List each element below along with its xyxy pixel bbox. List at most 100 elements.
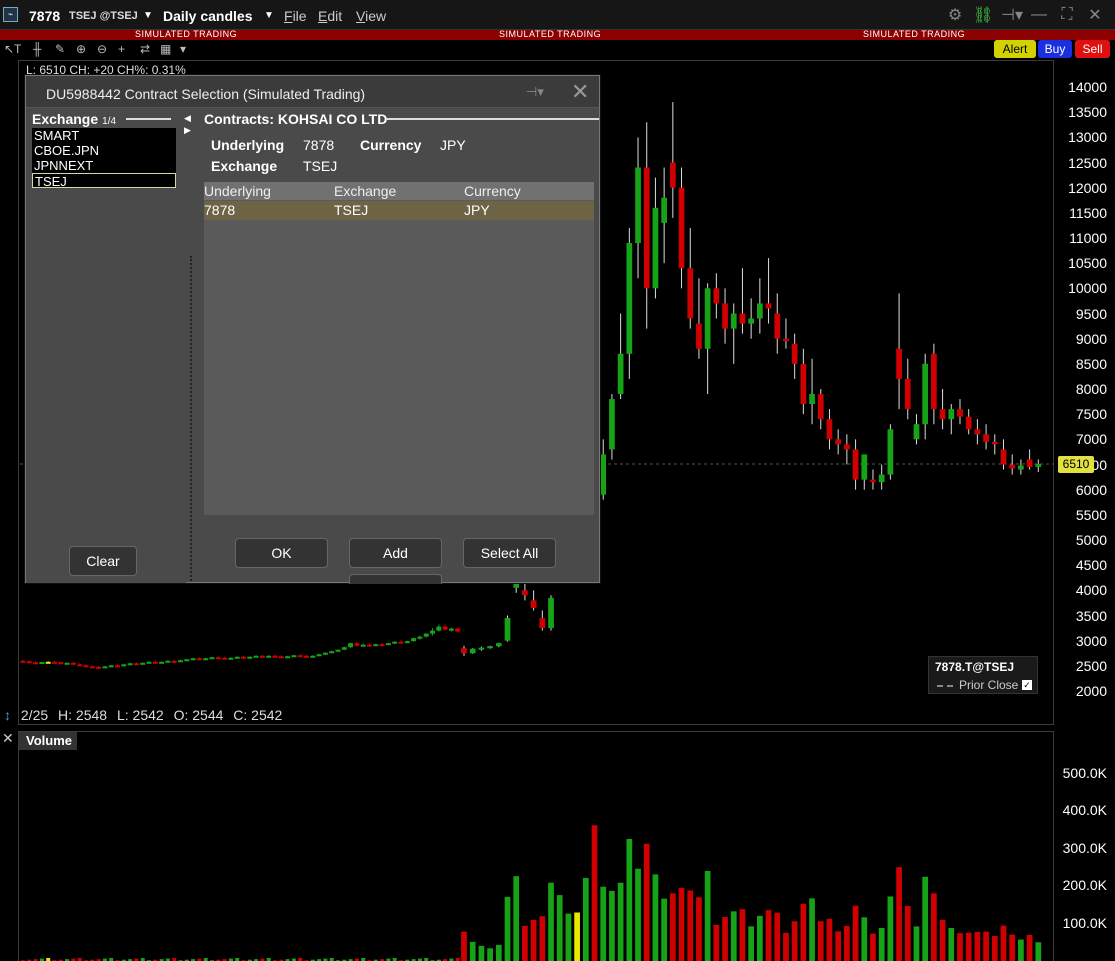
candle-body xyxy=(278,656,284,659)
y-tick-label: 12500 xyxy=(1068,154,1107,171)
column-exchange[interactable]: Exchange xyxy=(334,183,396,199)
close-icon[interactable]: ✕ xyxy=(571,79,589,105)
prior-close-checkbox[interactable]: ✓ xyxy=(1022,680,1032,690)
candle-body xyxy=(33,662,39,665)
close-volume-icon[interactable]: ✕ xyxy=(2,730,14,747)
column-currency[interactable]: Currency xyxy=(464,183,521,199)
clear-button[interactable]: Clear xyxy=(69,546,137,576)
candle-body xyxy=(52,661,57,664)
list-item[interactable]: SMART xyxy=(32,128,176,143)
ok-button[interactable]: OK xyxy=(235,538,328,568)
price-y-axis[interactable]: 2000250030003500400045005000550060006500… xyxy=(1058,60,1115,725)
y-tick-label: 9500 xyxy=(1075,305,1107,322)
exchange-list[interactable]: SMART CBOE.JPN JPNNEXT TSEJ xyxy=(32,128,176,189)
candle-body xyxy=(991,441,998,445)
y-tick-label: 3000 xyxy=(1075,632,1107,649)
y-tick-label: 7500 xyxy=(1075,406,1107,423)
candle-body xyxy=(228,657,234,660)
y-tick-label: 9000 xyxy=(1075,330,1107,347)
candle-body xyxy=(442,626,448,630)
candle-body xyxy=(96,666,102,669)
candle-body xyxy=(247,656,253,659)
candle-body xyxy=(1026,459,1033,468)
panel-arrows[interactable]: ◀ ▶ xyxy=(184,112,191,136)
candle-body xyxy=(974,429,981,435)
candle-body xyxy=(45,661,51,664)
list-item[interactable]: CBOE.JPN xyxy=(32,143,176,158)
y-tick-label: 7000 xyxy=(1075,431,1107,448)
exchange-label: Exchange xyxy=(211,158,278,174)
list-item-selected[interactable]: TSEJ xyxy=(32,173,176,189)
column-underlying[interactable]: Underlying xyxy=(204,183,271,199)
candle-body xyxy=(713,288,720,304)
candle-body xyxy=(259,655,265,658)
currency-value: JPY xyxy=(440,137,466,153)
expand-icon[interactable]: ↕ xyxy=(4,707,11,723)
candle-body xyxy=(783,338,789,342)
contracts-header: Contracts: KOHSAI CO LTD xyxy=(204,111,388,127)
candle-body xyxy=(83,665,89,668)
volume-chart-area[interactable] xyxy=(18,731,1054,961)
y-tick-label: 13000 xyxy=(1068,129,1107,146)
y-tick-label: 3500 xyxy=(1075,607,1107,624)
ohlc-open: O: 2544 xyxy=(173,707,224,723)
candle-body xyxy=(146,661,152,664)
candle-body xyxy=(222,657,228,660)
volume-y-axis[interactable]: 100.0K 200.0K 300.0K 400.0K 500.0K xyxy=(1058,731,1115,961)
candle-body xyxy=(241,656,246,659)
candle-body xyxy=(461,648,467,654)
candle-body xyxy=(904,378,911,410)
candle-body xyxy=(957,409,963,417)
candle-body xyxy=(887,429,894,475)
list-item[interactable]: JPNNEXT xyxy=(32,158,176,173)
candle-body xyxy=(652,207,659,289)
candle-body xyxy=(64,662,70,665)
y-tick-label: 13500 xyxy=(1068,104,1107,121)
dialog-title-bar[interactable]: DU5988442 Contract Selection (Simulated … xyxy=(26,76,599,108)
y-tick-label: 5000 xyxy=(1075,532,1107,548)
candle-body xyxy=(835,439,842,445)
candle-body xyxy=(341,647,347,650)
candle-body xyxy=(133,663,139,666)
candle-body xyxy=(335,649,341,652)
add-button[interactable]: Add xyxy=(349,538,442,568)
candle-body xyxy=(39,662,45,665)
candle-body xyxy=(522,590,528,596)
volume-tab[interactable]: Volume xyxy=(19,732,77,750)
candle-body xyxy=(367,644,372,647)
candle-body xyxy=(487,646,493,649)
candle-body xyxy=(215,657,221,660)
pin-icon[interactable]: ⊣▾ xyxy=(526,84,544,100)
candle-body xyxy=(600,454,607,495)
candle-body xyxy=(809,394,815,405)
candle-body xyxy=(203,658,209,661)
candle-body xyxy=(530,600,537,608)
volume-tick-label: 100.0K xyxy=(1062,914,1107,931)
candle-body xyxy=(398,641,404,644)
contracts-table[interactable]: Underlying Exchange Currency 7878 TSEJ J… xyxy=(204,182,594,515)
candle-body xyxy=(730,313,737,329)
volume-tick-label: 300.0K xyxy=(1062,839,1107,856)
candle-body xyxy=(379,644,385,647)
candle-body xyxy=(127,663,133,666)
panel-splitter[interactable] xyxy=(190,256,192,581)
volume-tick-label: 400.0K xyxy=(1062,802,1107,818)
table-row[interactable]: 7878 TSEJ JPY xyxy=(204,201,594,220)
candle-body xyxy=(896,348,902,379)
hidden-button[interactable] xyxy=(349,574,442,584)
y-tick-label: 5500 xyxy=(1075,506,1107,523)
candle-body xyxy=(285,656,291,659)
candle-body xyxy=(329,651,335,654)
dialog-title: DU5988442 Contract Selection (Simulated … xyxy=(46,86,366,102)
underlying-value: 7878 xyxy=(303,137,335,153)
candle-body xyxy=(774,313,781,339)
candle-body xyxy=(121,664,127,667)
cell-underlying: 7878 xyxy=(204,202,236,218)
legend-prior-close[interactable]: Prior Close xyxy=(937,678,1018,692)
select-all-button[interactable]: Select All xyxy=(463,538,556,568)
candle-body xyxy=(152,661,158,664)
y-tick-label: 12000 xyxy=(1068,179,1107,196)
candle-body xyxy=(291,655,297,658)
candle-body xyxy=(739,313,746,324)
contract-selection-dialog: DU5988442 Contract Selection (Simulated … xyxy=(25,75,600,584)
